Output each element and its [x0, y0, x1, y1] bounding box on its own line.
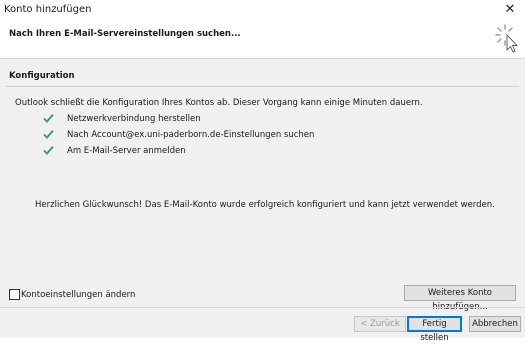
- checkmark-icon: [43, 113, 54, 123]
- wizard-header: Nach Ihren E-Mail-Servereinstellungen su…: [0, 20, 525, 59]
- change-settings-option[interactable]: Kontoeinstellungen ändern: [9, 289, 169, 301]
- window-title: Konto hinzufügen: [4, 4, 92, 15]
- success-message: Herzlichen Glückwunsch! Das E-Mail-Konto…: [35, 200, 495, 210]
- footer-divider: [0, 307, 525, 308]
- checkmark-icon: [43, 129, 54, 139]
- loading-spinner-icon: [495, 24, 519, 53]
- wizard-content: Konfiguration Outlook schließt die Konfi…: [0, 59, 525, 343]
- finish-button[interactable]: Fertig stellen: [407, 316, 462, 343]
- back-button[interactable]: < Zurück: [354, 316, 406, 332]
- change-settings-checkbox[interactable]: [9, 289, 20, 300]
- title-bar: Konto hinzufügen ✕: [0, 0, 525, 20]
- step-label: Netzwerkverbindung herstellen: [67, 114, 201, 124]
- step-label: Am E-Mail-Server anmelden: [67, 146, 186, 156]
- section-title: Konfiguration: [9, 71, 75, 81]
- step-label: Nach Account@ex.uni-paderborn.de-Einstel…: [67, 130, 315, 140]
- intro-text: Outlook schließt die Konfiguration Ihres…: [15, 98, 423, 108]
- section-divider: [6, 86, 519, 87]
- add-another-account-button[interactable]: Weiteres Konto hinzufügen...: [404, 285, 516, 312]
- header-status-text: Nach Ihren E-Mail-Servereinstellungen su…: [9, 29, 241, 39]
- checkmark-icon: [43, 145, 54, 155]
- cancel-button[interactable]: Abbrechen: [469, 316, 521, 332]
- close-button[interactable]: ✕: [495, 0, 525, 20]
- change-settings-label[interactable]: Kontoeinstellungen ändern: [21, 290, 135, 300]
